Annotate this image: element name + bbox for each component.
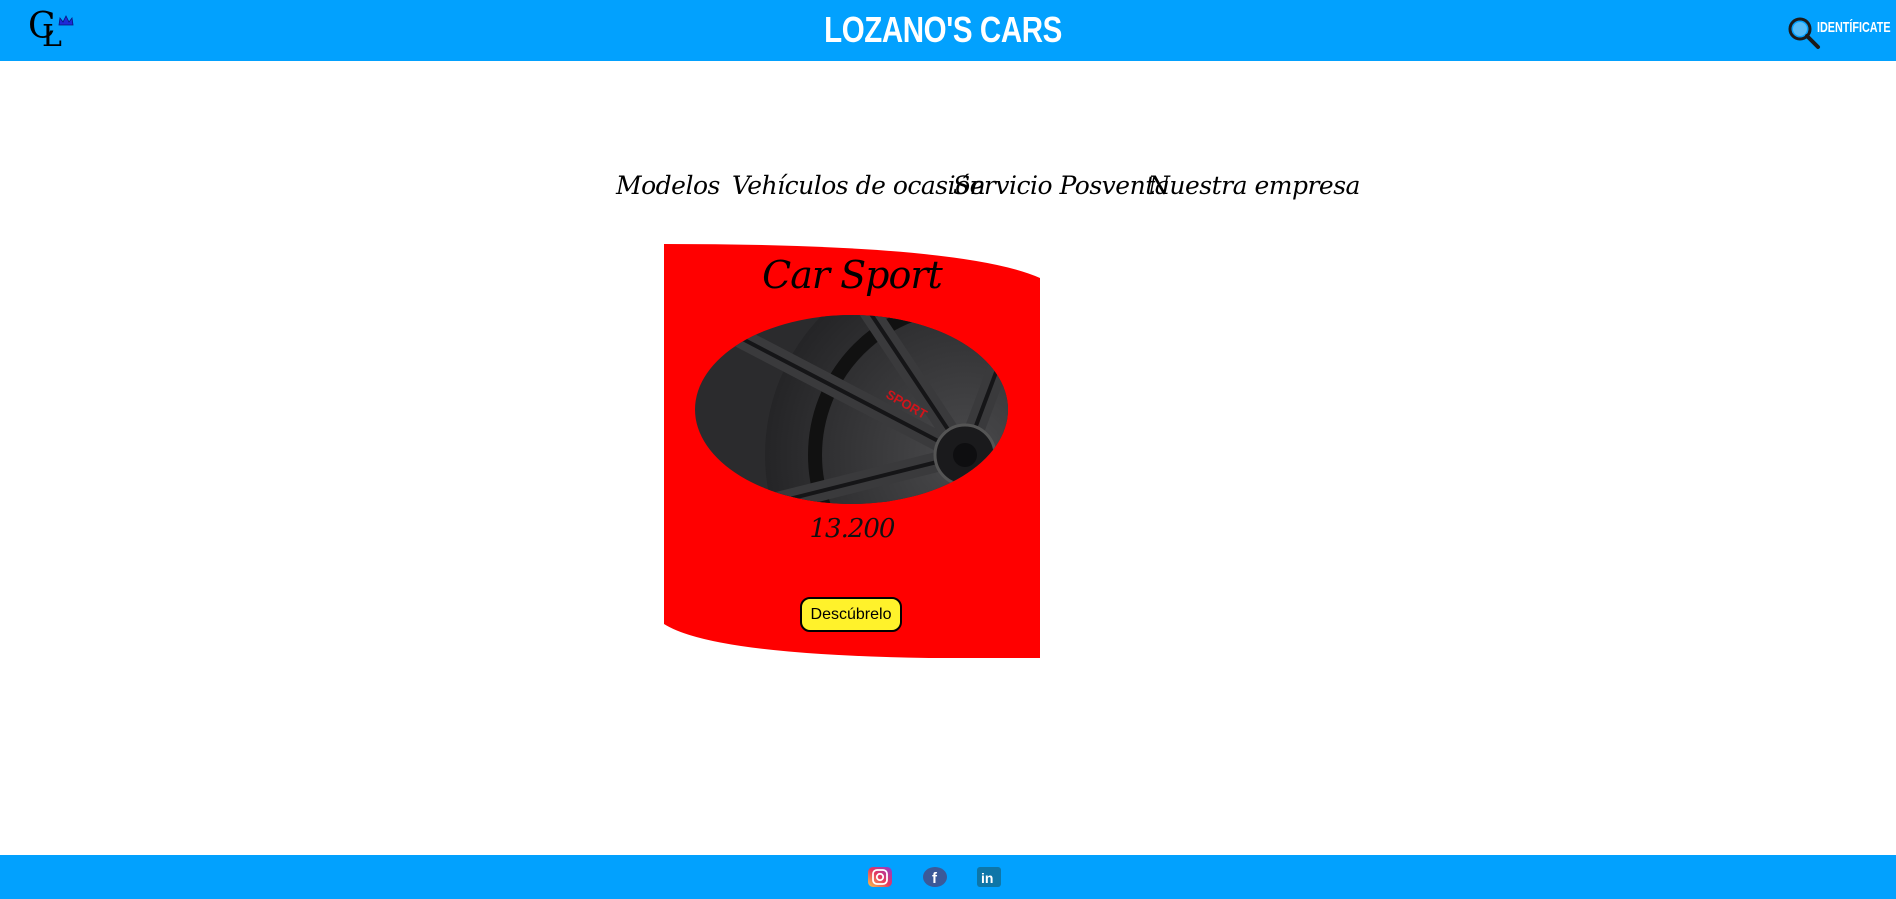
footer-bar: f in (0, 855, 1896, 899)
nav-item-modelos[interactable]: Modelos (616, 166, 720, 206)
logo[interactable]: C L (28, 9, 76, 55)
card-title: Car Sport (762, 253, 943, 297)
crown-icon (58, 15, 74, 26)
linkedin-icon[interactable]: in (976, 867, 1002, 887)
brand-title: LOZANO'S CARS (824, 9, 1062, 50)
svg-text:in: in (981, 870, 993, 886)
instagram-icon[interactable] (867, 867, 893, 887)
search-icon[interactable] (1787, 16, 1821, 50)
facebook-icon[interactable]: f (922, 867, 948, 887)
nav-item-vehiculos-de-ocasion[interactable]: Vehículos de ocasión (732, 166, 986, 206)
main-nav: Modelos Vehículos de ocasión Servicio Po… (0, 166, 1896, 210)
product-card: Car Sport SPORT 13.200 Descúbrelo (664, 244, 1040, 658)
login-link[interactable]: IDENTÍFICATE (1817, 17, 1891, 39)
price: 13.200 (809, 514, 896, 544)
wheel-image: SPORT (695, 315, 1008, 504)
nav-item-servicio-posventa[interactable]: Servicio Posventa (953, 166, 1170, 206)
header-bar: C L LOZANO'S CARS IDENTÍFICATE (0, 0, 1896, 61)
discover-button[interactable]: Descúbrelo (800, 597, 902, 632)
nav-item-nuestra-empresa[interactable]: Nuestra empresa (1148, 166, 1360, 206)
